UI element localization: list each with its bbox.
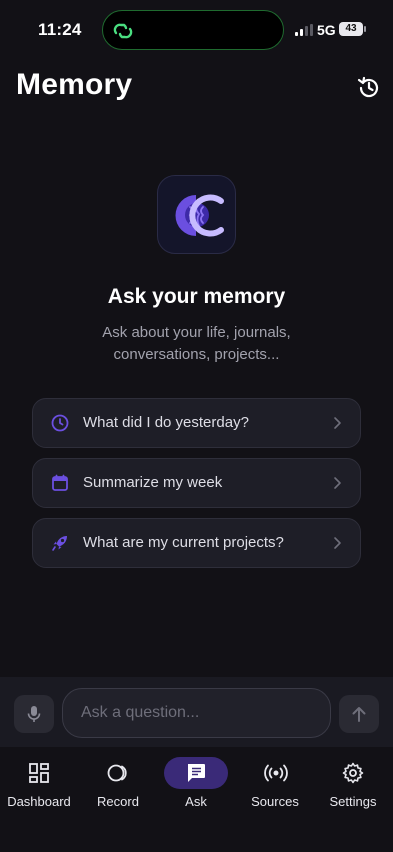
suggestion-yesterday[interactable]: What did I do yesterday? xyxy=(32,398,361,448)
suggestion-week[interactable]: Summarize my week xyxy=(32,458,361,508)
dashboard-icon xyxy=(29,763,49,783)
chevron-right-icon xyxy=(334,417,341,429)
memory-screen: 11:24 5G 43 Memory Ask your memory Ask a… xyxy=(0,0,393,852)
microphone-icon xyxy=(27,706,41,722)
status-bar: 11:24 5G 43 xyxy=(0,0,393,56)
tab-label: Dashboard xyxy=(7,794,71,809)
link-chain-icon xyxy=(113,23,133,39)
tab-record[interactable]: Record xyxy=(79,755,157,815)
tab-icon-wrap xyxy=(164,757,228,789)
tab-dashboard[interactable]: Dashboard xyxy=(0,755,78,815)
tab-icon-wrap xyxy=(321,757,385,789)
ask-input-bar xyxy=(0,677,393,747)
bottom-tab-bar: Dashboard Record Ask Sources Settings xyxy=(0,747,393,852)
clock-icon xyxy=(51,414,69,432)
tab-label: Settings xyxy=(329,794,377,809)
tab-label: Sources xyxy=(251,794,299,809)
gear-icon xyxy=(342,762,364,784)
dynamic-island[interactable] xyxy=(102,10,284,50)
battery-icon: 43 xyxy=(339,22,366,36)
tab-label: Ask xyxy=(185,794,207,809)
tab-icon-wrap xyxy=(7,757,71,789)
network-type: 5G xyxy=(317,22,336,38)
calendar-icon xyxy=(52,474,68,491)
app-logo xyxy=(157,175,236,254)
history-icon[interactable] xyxy=(355,74,383,102)
battery-nub xyxy=(364,26,366,32)
suggestion-projects[interactable]: What are my current projects? xyxy=(32,518,361,568)
ask-question-input[interactable] xyxy=(62,688,331,738)
signal-icon xyxy=(295,24,313,36)
broadcast-icon xyxy=(264,764,288,782)
tab-ask[interactable]: Ask xyxy=(157,755,235,815)
suggestion-label: What are my current projects? xyxy=(83,534,284,551)
tab-icon-wrap xyxy=(86,757,150,789)
tab-icon-wrap xyxy=(243,757,307,789)
record-icon xyxy=(107,764,127,782)
battery-level: 43 xyxy=(339,22,363,36)
status-time: 11:24 xyxy=(38,20,82,39)
chat-icon xyxy=(188,764,205,782)
tab-settings[interactable]: Settings xyxy=(314,755,392,815)
send-button[interactable] xyxy=(339,695,379,733)
suggestion-label: What did I do yesterday? xyxy=(83,414,249,431)
arrow-up-icon xyxy=(352,707,366,722)
chevron-right-icon xyxy=(334,537,341,549)
tab-sources[interactable]: Sources xyxy=(236,755,314,815)
microphone-button[interactable] xyxy=(14,695,54,733)
hero-subtitle: Ask about your life, journals, conversat… xyxy=(102,324,291,363)
page-title: Memory xyxy=(16,68,133,101)
hero-title: Ask your memory xyxy=(107,285,286,308)
chevron-right-icon xyxy=(334,477,341,489)
tab-label: Record xyxy=(97,794,139,809)
rocket-icon xyxy=(52,536,67,551)
suggestion-label: Summarize my week xyxy=(83,474,223,491)
brain-logo-icon xyxy=(175,194,224,237)
